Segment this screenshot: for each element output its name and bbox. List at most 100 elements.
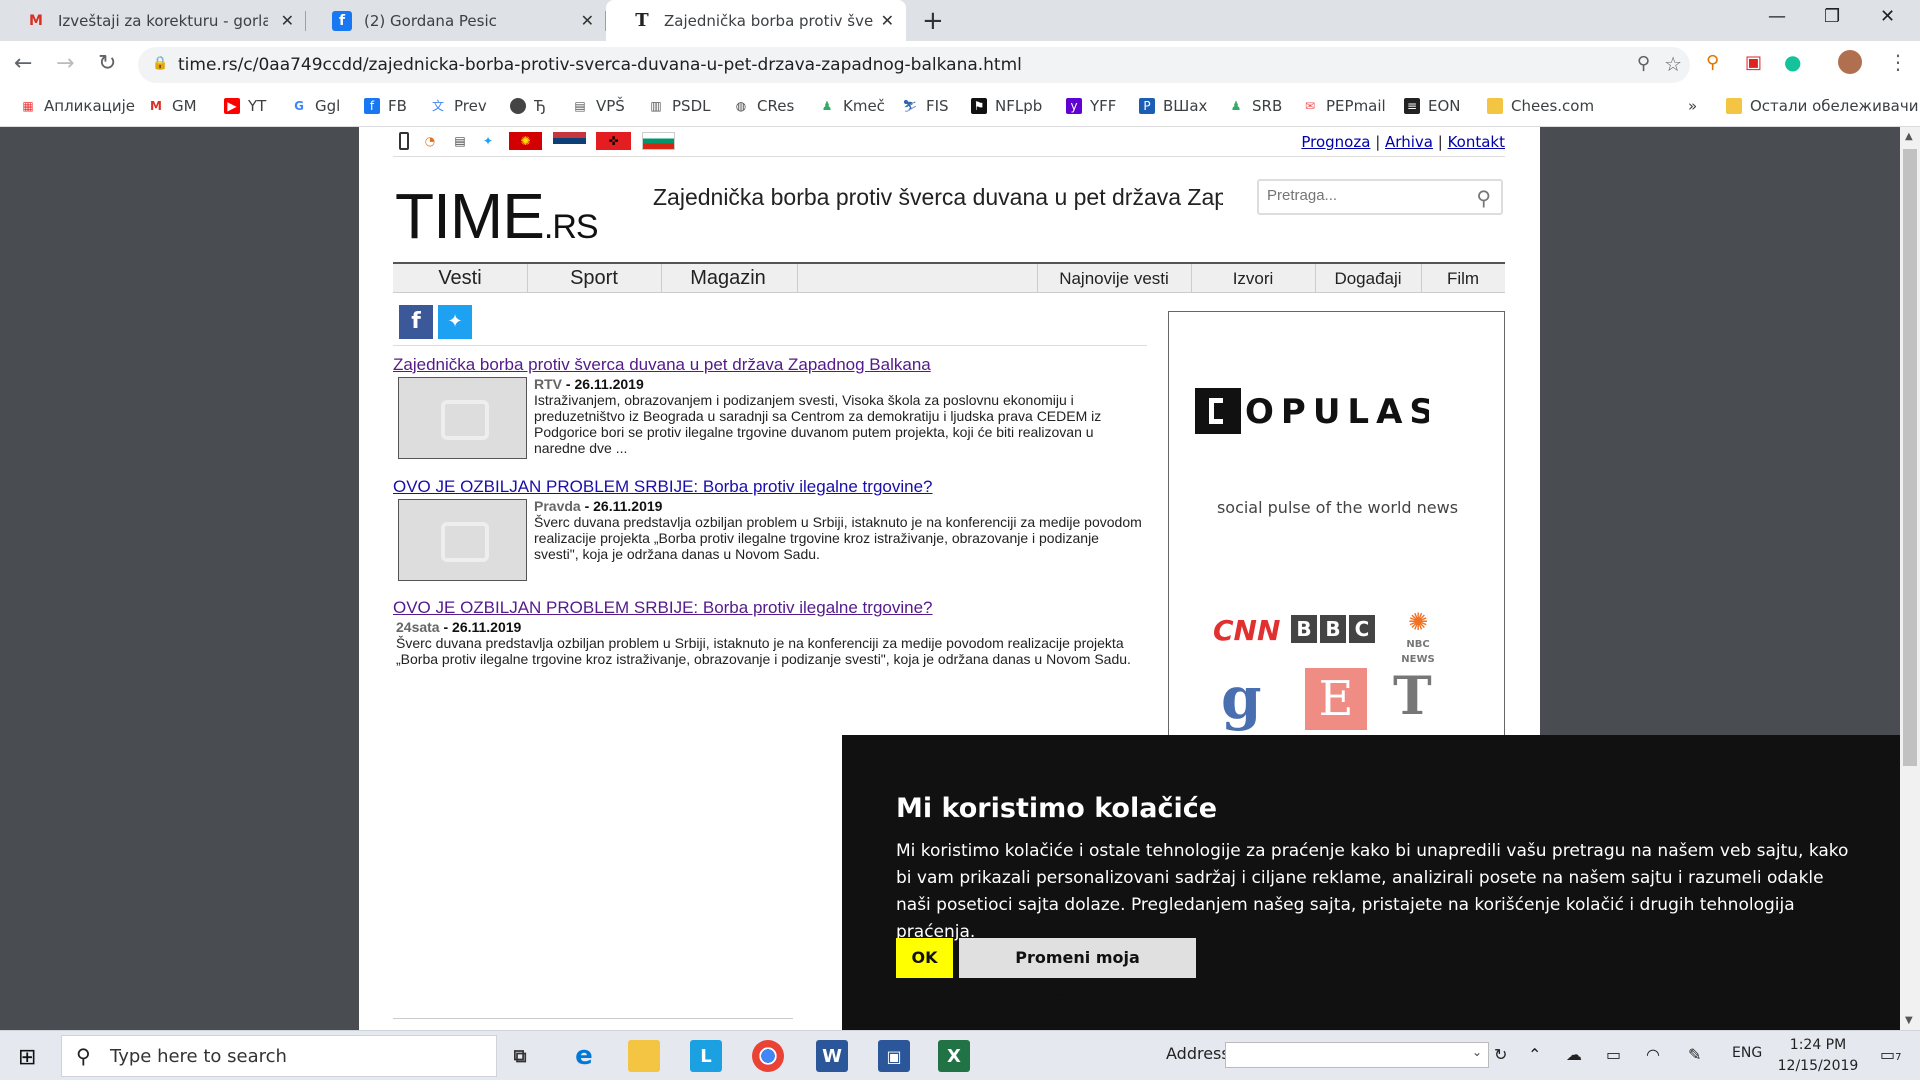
language-indicator[interactable]: ENG <box>1732 1045 1762 1061</box>
menu-icon[interactable]: ⋮ <box>1888 50 1908 74</box>
task-view-icon[interactable]: ⧉ <box>504 1040 536 1072</box>
bookmark-prev[interactable]: 文 Prev <box>430 97 487 115</box>
refresh-icon[interactable]: ↻ <box>1494 1045 1507 1064</box>
zoom-icon[interactable]: ⚲ <box>1637 53 1650 74</box>
tab-gmail[interactable]: M Izveštaji za korekturu - gorlap@g ✕ <box>0 0 306 41</box>
cloud-icon[interactable]: ☁ <box>1566 1045 1582 1064</box>
advertisement[interactable]: OPULAST social pulse of the world news C… <box>1168 311 1505 741</box>
word-icon[interactable]: W <box>816 1040 848 1072</box>
save-icon[interactable]: ▣ <box>878 1040 910 1072</box>
other-bookmarks[interactable]: Остали обележивачи <box>1726 97 1918 115</box>
file-explorer-icon[interactable] <box>628 1040 660 1072</box>
bookmark-gm[interactable]: M GM <box>148 97 197 115</box>
excel-icon[interactable]: X <box>938 1040 970 1072</box>
bookmark-psdl[interactable]: ▥ PSDL <box>648 97 710 115</box>
search-icon[interactable]: ⚲ <box>1476 186 1491 210</box>
url-text[interactable]: time.rs/c/0aa749ccdd/zajednicka-borba-pr… <box>178 55 1022 75</box>
link-prognoza[interactable]: Prognoza <box>1301 133 1370 151</box>
notifications-icon[interactable]: ▭7 <box>1880 1045 1902 1064</box>
edge-icon[interactable]: e <box>568 1040 600 1072</box>
flag-macedonia-icon[interactable]: ✺ <box>509 132 542 150</box>
menu-item-najnovije[interactable]: Najnovije vesti <box>1037 269 1191 289</box>
bookmark-eon[interactable]: ≡ EON <box>1404 97 1461 115</box>
extension-icon[interactable]: ⚲ <box>1706 52 1719 73</box>
flag-serbia-icon[interactable] <box>553 132 586 150</box>
menu-item-izvori[interactable]: Izvori <box>1191 269 1315 289</box>
thumbnail-placeholder-icon[interactable] <box>398 499 527 581</box>
menu-item-magazin[interactable]: Magazin <box>661 267 795 290</box>
new-tab-button[interactable]: + <box>922 6 944 36</box>
bookmark-nflpb[interactable]: ⚑ NFLpb <box>971 97 1042 115</box>
close-icon[interactable]: ✕ <box>881 11 894 30</box>
thumbnail-placeholder-icon[interactable] <box>398 377 527 459</box>
bookmark-dj[interactable]: Ђ <box>510 97 546 115</box>
cookie-ok-button[interactable]: OK <box>896 938 953 978</box>
reload-icon[interactable]: ↻ <box>98 51 116 76</box>
bookmark-apps[interactable]: ▦ Апликације <box>20 97 135 115</box>
forward-icon[interactable]: → <box>56 51 74 76</box>
battery-icon[interactable]: ▭ <box>1606 1045 1621 1064</box>
twitter-share-icon[interactable]: ✦ <box>438 305 472 339</box>
taskbar-search[interactable]: ⚲ Type here to search <box>61 1035 497 1077</box>
grammarly-icon[interactable]: ● <box>1784 50 1801 74</box>
twitter-icon[interactable]: ✦ <box>479 132 497 150</box>
menu-item-vesti[interactable]: Vesti <box>393 267 527 290</box>
system-clock[interactable]: 1:24 PM 12/15/2019 <box>1773 1035 1863 1077</box>
bookmark-yff[interactable]: y YFF <box>1066 97 1116 115</box>
bookmark-fis[interactable]: ⛷ FIS <box>902 97 948 115</box>
star-icon[interactable]: ☆ <box>1664 52 1682 76</box>
flag-bulgaria-icon[interactable] <box>642 132 675 150</box>
close-icon[interactable]: ✕ <box>281 11 294 30</box>
bookmark-vshah[interactable]: P ВШах <box>1139 97 1207 115</box>
scrollbar-thumb[interactable] <box>1903 149 1917 766</box>
back-icon[interactable]: ← <box>14 51 32 76</box>
link-kontakt[interactable]: Kontakt <box>1448 133 1505 151</box>
mobile-icon[interactable] <box>399 132 409 150</box>
chevron-down-icon[interactable]: ⌄ <box>1472 1045 1482 1059</box>
facebook-share-icon[interactable]: f <box>399 305 433 339</box>
scroll-down-icon[interactable]: ▼ <box>1905 1015 1913 1026</box>
bookmark-yt[interactable]: ▶ YT <box>224 97 266 115</box>
close-icon[interactable]: ✕ <box>581 11 594 30</box>
article-title[interactable]: OVO JE OZBILJAN PROBLEM SRBIJE: Borba pr… <box>393 598 1163 618</box>
address-bar[interactable]: 🔒 time.rs/c/0aa749ccdd/zajednicka-borba-… <box>138 47 1690 83</box>
wifi-icon[interactable]: ◠ <box>1646 1045 1660 1064</box>
minimize-button[interactable]: — <box>1768 6 1786 27</box>
bookmark-vps[interactable]: ▤ VPŠ <box>572 97 625 115</box>
scroll-up-icon[interactable]: ▲ <box>1905 131 1913 142</box>
chevron-up-icon[interactable]: ⌃ <box>1528 1045 1541 1064</box>
pen-icon[interactable]: ✎ <box>1688 1045 1701 1064</box>
pocket-icon[interactable]: ▣ <box>1745 52 1762 73</box>
menu-item-sport[interactable]: Sport <box>527 267 661 290</box>
tab-time[interactable]: T Zajednička borba protiv šverca d ✕ <box>606 0 906 41</box>
bookmark-ggl[interactable]: G Ggl <box>291 97 340 115</box>
rss-icon[interactable]: ◔ <box>421 132 439 150</box>
article-excerpt: Šverc duvana predstavlja ozbiljan proble… <box>534 514 1142 562</box>
bookmark-pepmail[interactable]: ✉ PEPmail <box>1302 97 1386 115</box>
bookmark-fb[interactable]: f FB <box>364 97 407 115</box>
bookmark-chees[interactable]: Chees.com <box>1487 97 1594 115</box>
windows-start-icon[interactable]: ⊞ <box>18 1045 36 1070</box>
menu-item-film[interactable]: Film <box>1421 269 1505 289</box>
search-input[interactable] <box>1267 187 1457 204</box>
flag-albania-icon[interactable]: ✜ <box>596 132 631 150</box>
cookie-settings-button[interactable]: Promeni moja podešavanja <box>959 938 1196 1007</box>
menu-item-dogadjaji[interactable]: Događaji <box>1315 269 1421 289</box>
app-l-icon[interactable]: L <box>690 1040 722 1072</box>
chrome-icon[interactable] <box>752 1040 784 1072</box>
maximize-button[interactable]: ❐ <box>1824 6 1840 27</box>
list-icon[interactable]: ▤ <box>451 132 469 150</box>
link-arhiva[interactable]: Arhiva <box>1385 133 1433 151</box>
avatar[interactable] <box>1838 50 1862 74</box>
address-toolbar-input[interactable]: ⌄ <box>1225 1042 1489 1068</box>
bookmarks-more-button[interactable]: » <box>1688 97 1697 115</box>
close-window-button[interactable]: ✕ <box>1880 6 1895 27</box>
bookmark-srb[interactable]: ♟ SRB <box>1228 97 1283 115</box>
bookmark-kmec[interactable]: ♟ Kmeč <box>819 97 885 115</box>
tab-facebook[interactable]: f (2) Gordana Pesic ✕ <box>306 0 606 41</box>
article-title[interactable]: Zajednička borba protiv šverca duvana u … <box>393 355 1163 375</box>
site-logo[interactable]: TIME.RS <box>395 179 599 253</box>
scrollbar[interactable]: ▲ ▼ <box>1900 127 1920 1030</box>
bookmark-cres[interactable]: ◍ CRes <box>733 97 795 115</box>
article-title[interactable]: OVO JE OZBILJAN PROBLEM SRBIJE: Borba pr… <box>393 477 1163 497</box>
